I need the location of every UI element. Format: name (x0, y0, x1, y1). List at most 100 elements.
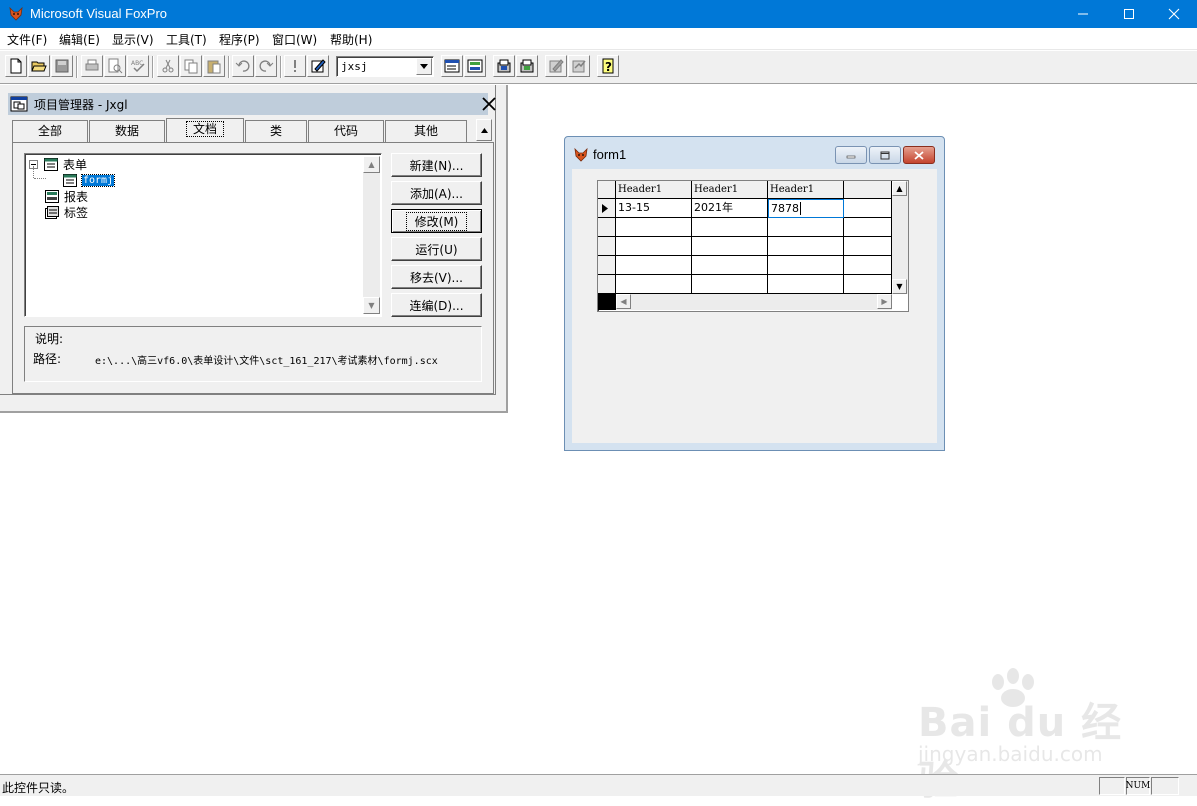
tree-vertical-scrollbar[interactable]: ▲ ▼ (363, 156, 380, 314)
wizard-button[interactable] (545, 55, 567, 77)
tree-item-labels[interactable]: 标签 (45, 204, 88, 220)
run-button[interactable] (284, 55, 306, 77)
undo-button[interactable] (232, 55, 254, 77)
database-icon (497, 59, 511, 73)
run-button[interactable]: 运行(U) (391, 237, 482, 261)
modify-button[interactable] (307, 55, 329, 77)
menu-view[interactable]: 显示(V) (112, 31, 154, 48)
save-button[interactable] (51, 55, 73, 77)
print-button[interactable] (81, 55, 103, 77)
form1-close-button[interactable] (903, 146, 935, 164)
print-preview-button[interactable] (104, 55, 126, 77)
maximize-icon (1124, 9, 1134, 19)
scroll-up-button[interactable]: ▲ (363, 156, 380, 173)
menu-tools[interactable]: 工具(T) (166, 31, 207, 48)
menu-file[interactable]: 文件(F) (7, 31, 47, 48)
tree-item-forms[interactable]: 表单 (29, 156, 87, 172)
add-button[interactable]: 添加(A)... (391, 181, 482, 205)
open-button[interactable] (28, 55, 50, 77)
exclamation-icon (294, 60, 296, 72)
grid-split-bar[interactable] (598, 294, 616, 310)
builder-icon (572, 60, 586, 73)
form1-restore-button[interactable] (869, 146, 901, 164)
menu-help[interactable]: 帮助(H) (330, 31, 372, 48)
spelling-button[interactable]: ABC (127, 55, 149, 77)
tab-all[interactable]: 全部 (12, 120, 88, 142)
help-button[interactable]: ? (597, 55, 619, 77)
grid-row-selector[interactable] (598, 199, 616, 218)
grid-cell-editing[interactable]: 7878 (768, 199, 844, 218)
tab-code[interactable]: 代码 (308, 120, 384, 142)
form1-title: form1 (593, 147, 627, 162)
scroll-down-button[interactable]: ▼ (363, 297, 380, 314)
app-titlebar: Microsoft Visual FoxPro (0, 0, 1197, 28)
build-button[interactable]: 连编(D)... (391, 293, 482, 317)
report-icon (45, 189, 59, 203)
path-value: e:\...\高三vf6.0\表单设计\文件\sct_161_217\考试素材\… (95, 356, 438, 367)
copy-icon (184, 59, 198, 74)
current-row-indicator-icon (602, 204, 608, 213)
report-view-button[interactable] (464, 55, 486, 77)
data-view-button[interactable] (493, 55, 515, 77)
new-button[interactable]: 新建(N)... (391, 153, 482, 177)
tree-item-labels-label: 标签 (64, 205, 89, 220)
grid-horizontal-scrollbar[interactable]: ◀ ▶ (616, 294, 892, 310)
close-button[interactable] (1151, 0, 1197, 28)
paste-button[interactable] (203, 55, 225, 77)
form1-client-area: Header1 Header1 Header1 13-15 2021年 7878 (572, 169, 937, 443)
grid-vertical-scrollbar[interactable]: ▲ ▼ (892, 181, 908, 294)
redo-button[interactable] (255, 55, 277, 77)
grid-scroll-right-button[interactable]: ▶ (877, 294, 892, 309)
project-manager-titlebar[interactable]: 项目管理器 - Jxgl (8, 93, 488, 115)
code-window-button[interactable] (516, 55, 538, 77)
grid-scroll-up-button[interactable]: ▲ (892, 181, 907, 196)
minimize-button[interactable] (1060, 0, 1106, 28)
grid-header-3[interactable]: Header1 (768, 181, 844, 199)
form-icon (44, 157, 58, 171)
save-icon (55, 59, 69, 73)
tree-item-forms-label: 表单 (63, 157, 88, 172)
grid-header-2[interactable]: Header1 (692, 181, 768, 199)
wizard-icon (549, 59, 564, 73)
redo-icon (259, 60, 274, 72)
baidu-watermark: Bai du 经验 jingyan.baidu.com (918, 668, 1148, 804)
database-combo-value: jxsj (341, 60, 368, 73)
database-combo[interactable]: jxsj (336, 56, 434, 77)
description-label: 说明: (35, 332, 64, 346)
menu-window[interactable]: 窗口(W) (272, 31, 317, 48)
project-manager-close-button[interactable] (478, 94, 500, 114)
form1-minimize-button[interactable] (835, 146, 867, 164)
cut-button[interactable] (157, 55, 179, 77)
grid-cell[interactable]: 2021年 (692, 199, 768, 218)
help-question-icon: ? (602, 58, 614, 74)
copy-button[interactable] (180, 55, 202, 77)
tab-collapse-button[interactable] (476, 119, 492, 141)
maximize-button[interactable] (1106, 0, 1152, 28)
open-folder-icon (31, 61, 47, 72)
new-file-icon (10, 58, 22, 74)
tab-data[interactable]: 数据 (89, 120, 165, 142)
grid-scroll-down-button[interactable]: ▼ (892, 279, 907, 294)
grid-header-1[interactable]: Header1 (616, 181, 692, 199)
tab-documents[interactable]: 文档 (166, 118, 244, 142)
modify-button[interactable]: 修改(M) (391, 209, 482, 233)
tab-other[interactable]: 其他 (385, 120, 467, 142)
tab-classes[interactable]: 类 (245, 120, 307, 142)
undo-icon (235, 60, 250, 72)
combo-dropdown-button[interactable] (416, 58, 432, 75)
form1-window[interactable]: form1 Header1 Header1 Header1 13-15 2021… (564, 136, 945, 451)
data-grid[interactable]: Header1 Header1 Header1 13-15 2021年 7878 (597, 180, 909, 312)
new-file-button[interactable] (5, 55, 27, 77)
print-icon (85, 59, 99, 71)
grid-scroll-left-button[interactable]: ◀ (616, 294, 631, 309)
form-view-button[interactable] (441, 55, 463, 77)
builder-button[interactable] (568, 55, 590, 77)
menu-edit[interactable]: 编辑(E) (59, 31, 100, 48)
menu-program[interactable]: 程序(P) (219, 31, 260, 48)
tree-item-formj[interactable]: formj (63, 172, 116, 188)
remove-button[interactable]: 移去(V)... (391, 265, 482, 289)
spelling-check-icon: ABC (131, 60, 145, 73)
tree-item-reports[interactable]: 报表 (45, 188, 88, 204)
project-tree[interactable]: 表单 formj 报表 标签 ▲ ▼ (24, 153, 382, 317)
grid-cell[interactable]: 13-15 (616, 199, 692, 218)
